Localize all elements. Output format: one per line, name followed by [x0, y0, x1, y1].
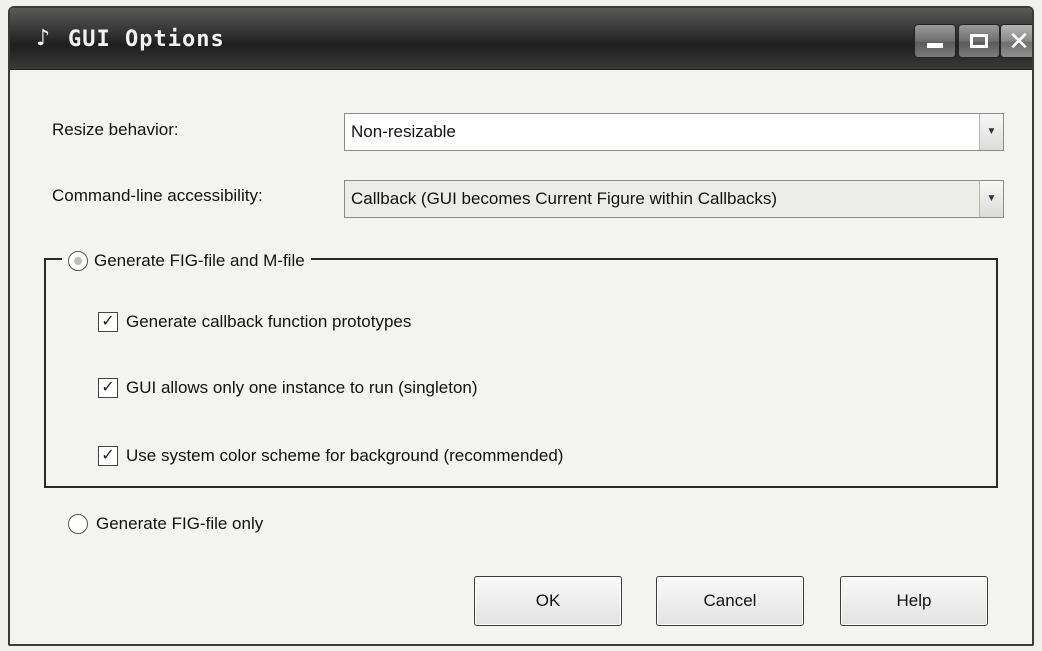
resize-behavior-select[interactable]: Non-resizable ▼	[344, 113, 1004, 151]
resize-behavior-label: Resize behavior:	[52, 120, 179, 139]
command-line-accessibility-value: Callback (GUI becomes Current Figure wit…	[351, 189, 778, 208]
minimize-button[interactable]	[914, 24, 956, 58]
checkbox-callback-prototypes[interactable]: ✓ Generate callback function prototypes	[98, 312, 411, 332]
radio-generate-fig-only-label: Generate FIG-file only	[96, 514, 264, 533]
checkbox-system-color-scheme-label: Use system color scheme for background (…	[126, 446, 564, 465]
command-line-accessibility-label: Command-line accessibility:	[52, 186, 263, 205]
radio-generate-fig-and-m-file[interactable]: Generate FIG-file and M-file	[62, 248, 311, 274]
checkbox-callback-prototypes-label: Generate callback function prototypes	[126, 312, 412, 331]
checkbox-icon[interactable]: ✓	[98, 312, 118, 332]
close-icon: ✕	[1008, 26, 1030, 56]
minimize-icon	[927, 43, 943, 48]
command-line-accessibility-select[interactable]: Callback (GUI becomes Current Figure wit…	[344, 180, 1004, 218]
checkbox-singleton[interactable]: ✓ GUI allows only one instance to run (s…	[98, 378, 478, 398]
radio-button-icon[interactable]	[68, 514, 88, 534]
cancel-button[interactable]: Cancel	[656, 576, 804, 626]
radio-generate-fig-and-m-file-label: Generate FIG-file and M-file	[94, 251, 305, 270]
chevron-down-icon[interactable]: ▼	[979, 181, 1003, 217]
matlab-logo-icon: ♪	[35, 26, 51, 51]
radio-button-icon[interactable]	[68, 251, 88, 271]
close-button[interactable]: ✕	[1000, 24, 1032, 58]
window-title: GUI Options	[68, 27, 225, 52]
maximize-icon	[970, 34, 988, 48]
maximize-button[interactable]	[958, 24, 1000, 58]
title-bar[interactable]: ♪ GUI Options ✕	[10, 8, 1032, 70]
checkbox-icon[interactable]: ✓	[98, 446, 118, 466]
checkbox-icon[interactable]: ✓	[98, 378, 118, 398]
checkbox-singleton-label: GUI allows only one instance to run (sin…	[126, 378, 478, 397]
chevron-down-icon[interactable]: ▼	[979, 114, 1003, 150]
help-button[interactable]: Help	[840, 576, 988, 626]
checkbox-system-color-scheme[interactable]: ✓ Use system color scheme for background…	[98, 446, 563, 466]
ok-button[interactable]: OK	[474, 576, 622, 626]
radio-generate-fig-only[interactable]: Generate FIG-file only	[68, 514, 263, 534]
resize-behavior-value: Non-resizable	[351, 122, 456, 141]
